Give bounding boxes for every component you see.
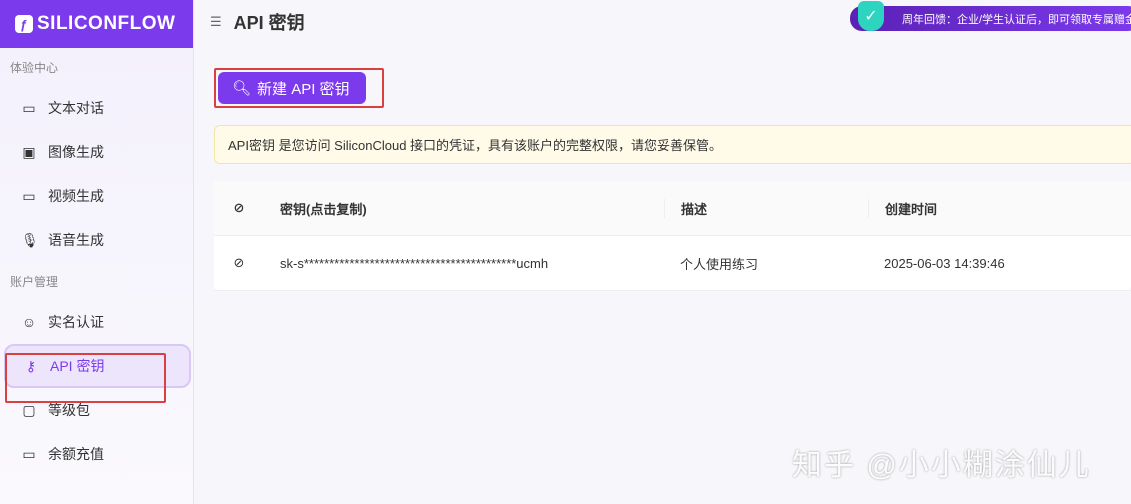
image-icon: ▣ xyxy=(22,143,36,160)
shield-check-icon: ✓ xyxy=(858,1,884,31)
wallet-icon: ▢ xyxy=(22,401,36,418)
logo[interactable]: ƒ SILICONFLOW xyxy=(0,0,193,48)
highlight-box xyxy=(214,68,384,108)
key-description: 个人使用练习 xyxy=(680,256,759,272)
eye-off-icon[interactable]: ⊘ xyxy=(214,200,264,216)
sidebar: ƒ SILICONFLOW 体验中心 ▭ 文本对话 ▣ 图像生成 ▭ 视频生成 🎙︎ 语音… xyxy=(0,0,194,504)
column-key: 密钥(点击复制) xyxy=(280,201,367,217)
eye-off-icon[interactable]: ⊘ xyxy=(214,255,264,271)
chat-icon: ▭ xyxy=(22,99,36,116)
collapse-menu-icon[interactable]: ☰ xyxy=(210,14,222,30)
card-icon: ▭ xyxy=(22,445,36,462)
notice-alert: API密钥 是您访问 SiliconCloud 接口的凭证，具有该账户的完整权限… xyxy=(214,125,1131,164)
key-created-time: 2025-06-03 14:39:46 xyxy=(884,255,1005,271)
group-label: 账户管理 xyxy=(10,275,59,289)
api-key-value[interactable]: sk-s************************************… xyxy=(264,256,664,271)
column-created: 创建时间 xyxy=(868,198,937,218)
table-header: ⊘ 密钥(点击复制) 描述 创建时间 xyxy=(214,181,1131,236)
sidebar-item-verification[interactable]: ☺ 实名认证 xyxy=(0,300,193,344)
sidebar-item-video[interactable]: ▭ 视频生成 xyxy=(0,174,193,218)
logo-icon: ƒ xyxy=(15,15,33,33)
video-icon: ▭ xyxy=(22,187,36,204)
highlight-box xyxy=(5,353,166,403)
sidebar-item-recharge[interactable]: ▭ 余额充值 xyxy=(0,432,193,476)
sidebar-item-voice[interactable]: 🎙︎ 语音生成 xyxy=(0,218,193,262)
mic-icon: 🎙︎ xyxy=(21,231,39,248)
column-description: 描述 xyxy=(664,198,868,218)
user-check-icon: ☺ xyxy=(21,314,37,330)
api-keys-table: ⊘ 密钥(点击复制) 描述 创建时间 ⊘ sk-s***************… xyxy=(214,181,1131,291)
promo-banner[interactable]: 周年回馈：企业/学生认证后，即可领取专属赠金 xyxy=(850,6,1131,31)
group-label: 体验中心 xyxy=(10,61,59,75)
sidebar-item-text-chat[interactable]: ▭ 文本对话 xyxy=(0,86,193,130)
page-title: API 密钥 xyxy=(233,13,305,33)
table-row: ⊘ sk-s**********************************… xyxy=(214,236,1131,291)
watermark: 知乎 @小小糊涂仙儿 xyxy=(792,449,1091,482)
sidebar-item-image[interactable]: ▣ 图像生成 xyxy=(0,130,193,174)
